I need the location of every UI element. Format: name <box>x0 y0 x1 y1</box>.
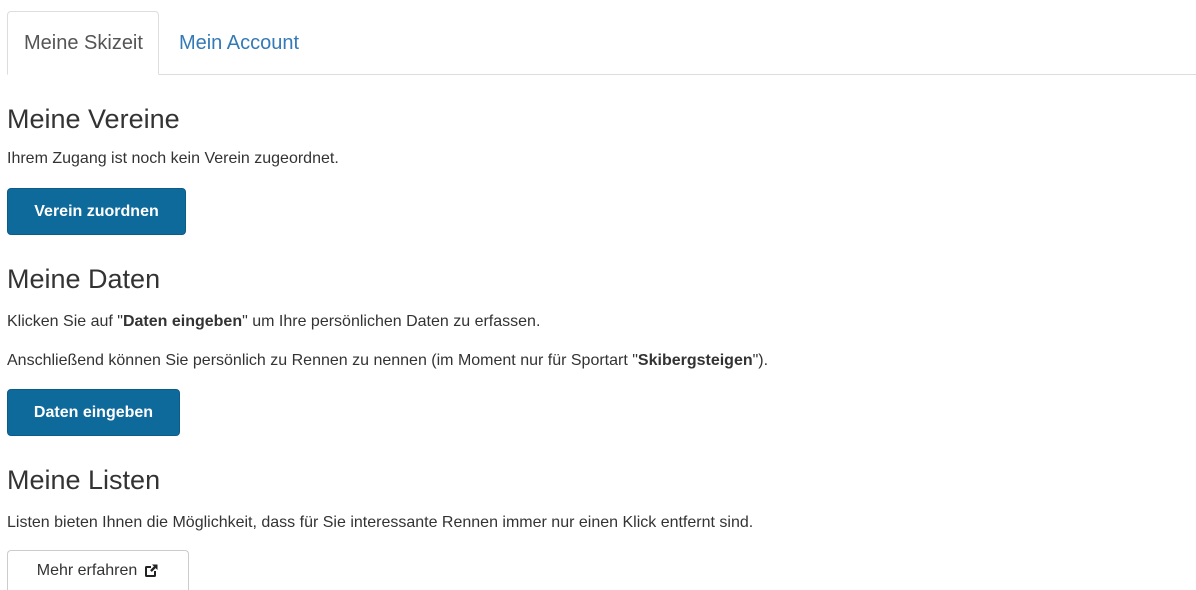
section-title-listen: Meine Listen <box>7 465 161 495</box>
text-segment: Klicken Sie auf " <box>7 313 123 330</box>
button-label: Mehr erfahren <box>36 561 138 579</box>
page: Meine Skizeit Mein Account Meine Vereine… <box>0 0 1196 590</box>
vereine-info-text: Ihrem Zugang ist noch kein Verein zugeor… <box>7 150 339 167</box>
tab-label: Meine Skizeit <box>24 32 143 54</box>
text-bold-segment: Skibergsteigen <box>637 352 753 369</box>
text-segment: Anschließend können Sie persönlich zu Re… <box>7 352 638 369</box>
tab-meine-skizeit[interactable]: Meine Skizeit <box>7 11 159 75</box>
tab-mein-account[interactable]: Mein Account <box>159 12 319 74</box>
verein-zuordnen-button[interactable]: Verein zuordnen <box>7 188 186 235</box>
text-bold-segment: Daten eingeben <box>122 313 243 330</box>
button-label: Verein zuordnen <box>34 202 159 220</box>
button-label: Daten eingeben <box>33 403 154 421</box>
text-segment: " um Ihre persönlichen Daten zu erfassen… <box>242 313 541 330</box>
daten-info-line-1: Klicken Sie auf "Daten eingeben" um Ihre… <box>7 314 540 330</box>
daten-eingeben-button[interactable]: Daten eingeben <box>7 389 180 436</box>
external-link-icon <box>145 564 158 577</box>
listen-info-text: Listen bieten Ihnen die Möglichkeit, das… <box>7 514 754 531</box>
section-title-vereine: Meine Vereine <box>7 104 180 134</box>
daten-info-line-2: Anschließend können Sie persönlich zu Re… <box>7 353 768 369</box>
tab-bar: Meine Skizeit Mein Account <box>7 11 1196 75</box>
section-title-daten: Meine Daten <box>7 264 161 294</box>
tab-label: Mein Account <box>178 32 300 54</box>
mehr-erfahren-button[interactable]: Mehr erfahren <box>7 550 189 590</box>
text-segment: "). <box>752 352 769 369</box>
